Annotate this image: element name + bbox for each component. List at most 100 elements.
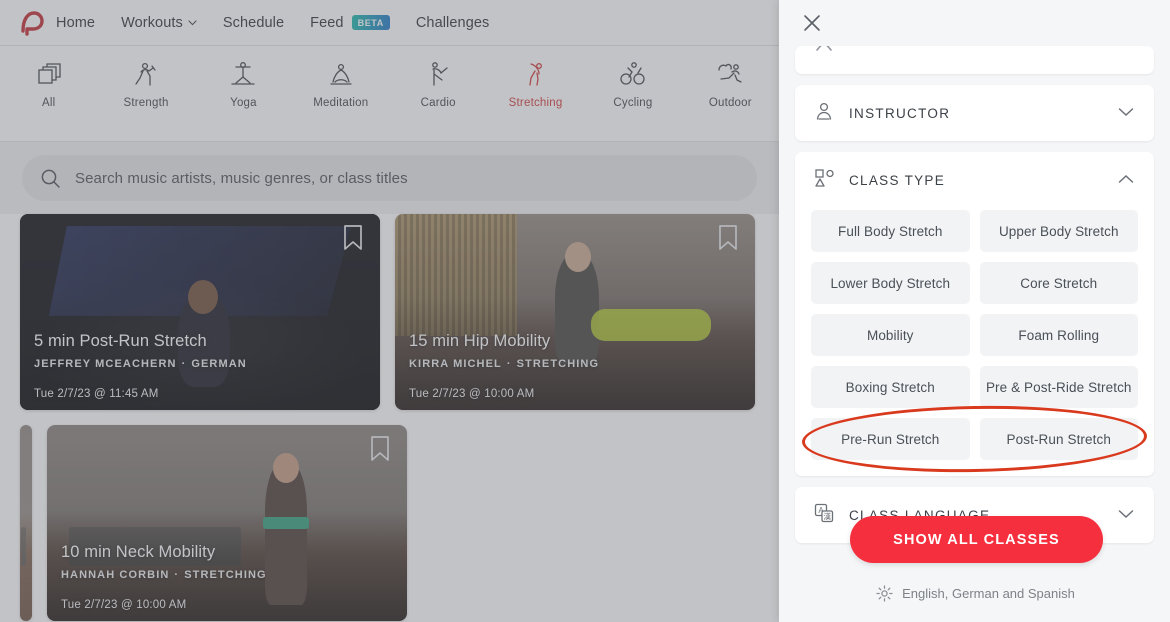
filter-section-header[interactable]: INSTRUCTOR	[795, 85, 1154, 141]
chip-mobility[interactable]: Mobility	[811, 314, 970, 356]
discipline-bar: All Strength Yoga Meditation Cardio Stre…	[0, 46, 779, 142]
chevron-down-icon[interactable]	[1118, 506, 1134, 524]
discipline-label: Outdoor	[708, 97, 752, 109]
card-meta: 15 min Hip Mobility KIRRA MICHEL · STRETCH…	[409, 332, 741, 400]
chevron-down-icon[interactable]	[1118, 104, 1134, 122]
search-section: Search music artists, music genres, or c…	[0, 142, 779, 214]
stretching-icon	[528, 63, 542, 86]
language-footer-label: English, German and Spanish	[902, 586, 1075, 601]
class-subtitle: JEFFREY MCEACHERN · GERMAN	[34, 358, 366, 370]
outdoor-icon	[718, 63, 742, 83]
discipline-cardio[interactable]: Cardio	[390, 60, 487, 109]
chip-core-stretch[interactable]: Core Stretch	[979, 262, 1138, 304]
search-bar[interactable]: Search music artists, music genres, or c…	[22, 155, 757, 201]
class-title: 10 min Neck Mobility	[61, 543, 216, 561]
class-category: STRETCHING	[184, 569, 267, 581]
yoga-icon	[231, 62, 256, 85]
class-instructor: KIRRA MICHEL	[409, 358, 502, 370]
chip-foam-rolling[interactable]: Foam Rolling	[979, 314, 1138, 356]
nav-item-schedule[interactable]: Schedule	[223, 15, 284, 31]
class-title: 5 min Post-Run Stretch	[34, 332, 207, 350]
nav-item-feed[interactable]: Feed BETA	[310, 15, 390, 31]
bookmark-icon[interactable]	[369, 435, 391, 465]
class-instructor: HANNAH CORBIN	[61, 569, 170, 581]
nav-item-challenges[interactable]: Challenges	[416, 15, 490, 31]
discipline-label: Strength	[123, 97, 169, 109]
nav-label: Challenges	[415, 14, 490, 31]
discipline-stretching[interactable]: Stretching	[487, 60, 584, 109]
discipline-strength[interactable]: Strength	[97, 60, 194, 109]
class-time: Tue 2/7/23 @ 10:00 AM	[409, 388, 535, 400]
discipline-outdoor[interactable]: Outdoor	[682, 60, 779, 109]
filter-section-title: CLASS TYPE	[849, 172, 946, 188]
strength-icon	[135, 62, 156, 86]
class-instructor: JEFFREY MCEACHERN	[34, 358, 177, 370]
chip-full-body-stretch[interactable]: Full Body Stretch	[811, 210, 970, 252]
class-grid: 5 min Post-Run Stretch JEFFREY MCEACHERN…	[0, 214, 779, 622]
filter-section-class-type: CLASS TYPE Full Body Stretch Upper Body …	[795, 152, 1154, 476]
nav-item-workouts[interactable]: Workouts	[121, 15, 197, 31]
discipline-all[interactable]: All	[0, 60, 97, 109]
discipline-label: Cardio	[420, 97, 456, 109]
language-icon: A 漢	[813, 502, 835, 529]
filter-section-instructor[interactable]: INSTRUCTOR	[795, 85, 1154, 141]
discipline-label: Stretching	[508, 97, 563, 109]
discipline-label: Meditation	[313, 97, 369, 109]
nav-item-home[interactable]: Home	[56, 15, 95, 31]
nav-label: Workouts	[121, 14, 183, 31]
discipline-meditation[interactable]: Meditation	[292, 60, 389, 109]
class-subtitle: KIRRA MICHEL · STRETCHING	[409, 358, 741, 370]
top-navigation: Home Workouts Schedule Feed BETA Challen…	[0, 0, 779, 46]
search-input[interactable]: Search music artists, music genres, or c…	[75, 170, 408, 187]
bookmark-icon[interactable]	[717, 224, 739, 254]
class-browser: Home Workouts Schedule Feed BETA Challen…	[0, 0, 779, 622]
peloton-logo[interactable]	[18, 10, 44, 36]
class-card[interactable]: 5 min Post-Run Stretch JEFFREY MCEACHERN…	[20, 214, 380, 410]
chevron-up-icon	[816, 46, 832, 51]
class-type-chip-grid: Full Body Stretch Upper Body Stretch Low…	[795, 208, 1154, 476]
filter-section-clipped[interactable]	[795, 46, 1154, 74]
chip-post-run-stretch[interactable]: Post-Run Stretch	[979, 418, 1138, 460]
chip-pre-and-post-ride-stretch[interactable]: Pre & Post-Ride Stretch	[979, 366, 1138, 408]
language-footer[interactable]: English, German and Spanish	[780, 585, 1170, 602]
separator: ·	[174, 569, 180, 581]
filter-section-header[interactable]: CLASS TYPE	[795, 152, 1154, 208]
class-thumbnail-figure	[273, 453, 299, 483]
instructor-icon	[813, 100, 835, 127]
class-thumbnail-figure	[188, 280, 218, 314]
meditation-icon	[330, 63, 352, 85]
discipline-yoga[interactable]: Yoga	[195, 60, 292, 109]
chip-upper-body-stretch[interactable]: Upper Body Stretch	[979, 210, 1138, 252]
chevron-down-icon	[188, 19, 197, 25]
filter-panel-header	[779, 0, 1170, 46]
show-all-classes-button[interactable]: SHOW ALL CLASSES	[850, 516, 1103, 563]
class-thumbnail-figure	[565, 242, 591, 272]
gear-icon	[876, 585, 893, 602]
filter-section-title: INSTRUCTOR	[849, 105, 951, 121]
chevron-up-icon[interactable]	[1118, 171, 1134, 189]
stack-icon	[38, 63, 61, 84]
class-type-icon	[813, 167, 835, 194]
chip-lower-body-stretch[interactable]: Lower Body Stretch	[811, 262, 970, 304]
separator: ·	[506, 358, 512, 370]
cycling-icon	[620, 62, 645, 85]
chip-pre-run-stretch[interactable]: Pre-Run Stretch	[811, 418, 970, 460]
nav-label: Home	[56, 14, 96, 31]
discipline-label: All	[41, 97, 56, 109]
class-time: Tue 2/7/23 @ 11:45 AM	[34, 388, 159, 400]
close-icon[interactable]	[801, 12, 823, 34]
class-card[interactable]: 10 min Neck Mobility HANNAH CORBIN · STRET…	[47, 425, 407, 621]
card-meta: 5 min Post-Run Stretch JEFFREY MCEACHERN…	[34, 332, 366, 400]
class-card-partial[interactable]	[20, 425, 32, 621]
svg-text:漢: 漢	[824, 511, 832, 521]
chip-boxing-stretch[interactable]: Boxing Stretch	[811, 366, 970, 408]
class-subtitle: HANNAH CORBIN · STRETCHING	[61, 569, 393, 581]
class-card[interactable]: 15 min Hip Mobility KIRRA MICHEL · STRETCH…	[395, 214, 755, 410]
bookmark-icon[interactable]	[342, 224, 364, 254]
class-category: GERMAN	[191, 358, 247, 370]
app-root: Home Workouts Schedule Feed BETA Challen…	[0, 0, 1170, 622]
discipline-label: Yoga	[230, 97, 257, 109]
discipline-cycling[interactable]: Cycling	[584, 60, 681, 109]
class-category: STRETCHING	[516, 358, 600, 370]
card-meta: 10 min Neck Mobility HANNAH CORBIN · STRET…	[61, 543, 393, 611]
